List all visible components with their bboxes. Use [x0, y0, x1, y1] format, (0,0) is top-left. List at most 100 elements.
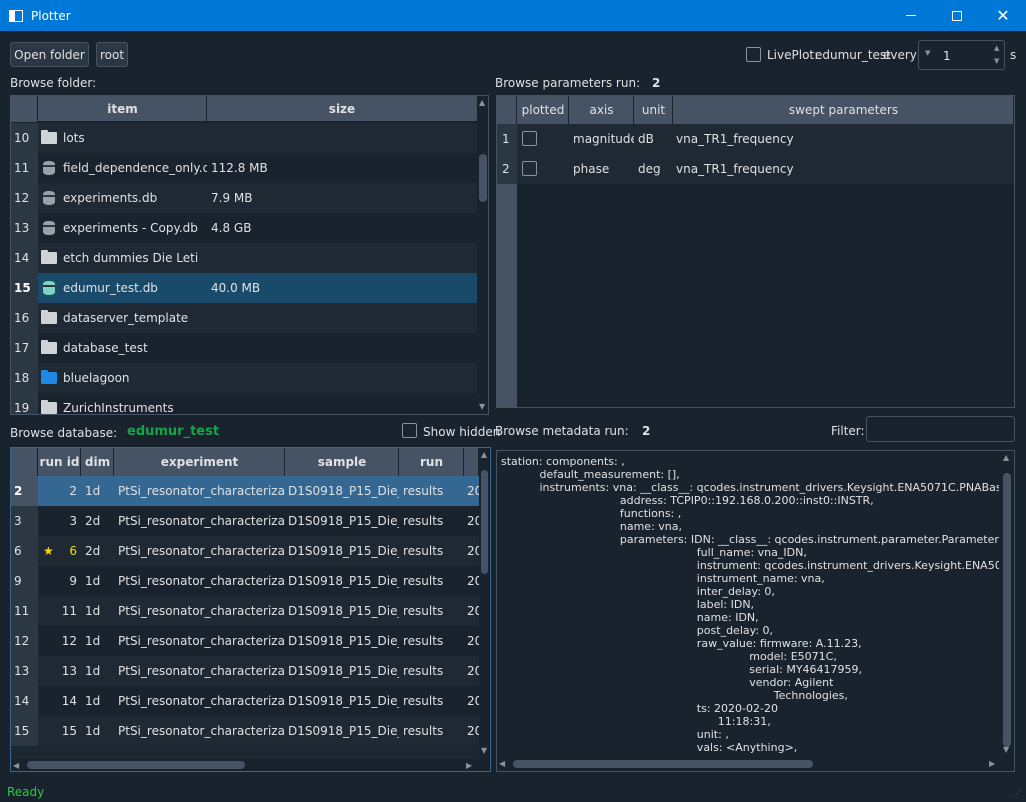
- scroll-down-icon[interactable]: ▼: [1003, 745, 1009, 754]
- metadata-horizontal-scrollbar[interactable]: ◀ ▶: [497, 757, 1001, 771]
- folder-row[interactable]: 11 field_dependence_only.db 112.8 MB: [11, 153, 477, 183]
- folder-row[interactable]: 18 bluelagoon: [11, 363, 477, 393]
- scroll-down-icon[interactable]: ▼: [479, 402, 485, 411]
- folder-table[interactable]: item size 10 lots 11 field_dependence_only.…: [10, 95, 489, 415]
- table-row[interactable]: 2 2 1d PtSi_resonator_characterizationD1S09…: [11, 476, 479, 506]
- folder-row[interactable]: 17 database_test: [11, 333, 477, 363]
- runs-vertical-scrollbar[interactable]: ▲ ▼: [479, 448, 490, 758]
- interval-spinbox[interactable]: ▼ 1 ▲ ▼: [918, 40, 1005, 70]
- folder-row[interactable]: 14 etch dummies Die Leti: [11, 243, 477, 273]
- status-text: Ready: [7, 785, 45, 799]
- parameter-row[interactable]: 2 phase deg vna_TR1_frequency: [497, 154, 1014, 184]
- runs-col-sample[interactable]: sample: [286, 448, 399, 476]
- scroll-down-icon[interactable]: ▼: [481, 746, 487, 755]
- folder-row[interactable]: 12 experiments.db 7.9 MB: [11, 183, 477, 213]
- resize-grip-icon[interactable]: ⋰: [1012, 790, 1022, 800]
- runs-col-experiment[interactable]: experiment: [115, 448, 285, 476]
- folder-item-cell[interactable]: ZurichInstruments: [39, 393, 207, 414]
- experiment-cell: PtSi_resonator_characterization: [118, 484, 285, 498]
- folder-row[interactable]: 16 dataserver_template: [11, 303, 477, 333]
- run-id-value: 13: [61, 664, 77, 678]
- show-hidden-checkbox[interactable]: [402, 423, 417, 438]
- filter-input[interactable]: [866, 416, 1015, 442]
- scroll-left-icon[interactable]: ◀: [499, 759, 505, 768]
- runs-horizontal-scrollbar[interactable]: ◀ ▶: [11, 759, 479, 771]
- close-button[interactable]: ✕: [980, 0, 1026, 31]
- table-row[interactable]: 9 9 1d PtSi_resonator_characterizationD1S09…: [11, 566, 479, 596]
- spin-down-icon[interactable]: ▼: [994, 57, 999, 65]
- folder-item-cell[interactable]: database_test: [39, 333, 207, 363]
- runs-col-dim[interactable]: dim: [82, 448, 114, 476]
- run-id-cell: 12: [39, 626, 81, 656]
- extra-cell: 20: [467, 724, 479, 738]
- spin-left-arrow-icon[interactable]: ▼: [925, 49, 930, 57]
- open-folder-button[interactable]: Open folder: [10, 42, 89, 67]
- maximize-button[interactable]: [934, 0, 980, 31]
- folder-row[interactable]: 15 edumur_test.db 40.0 MB: [11, 273, 477, 303]
- table-row[interactable]: 3 3 2d PtSi_resonator_characterizationD1S09…: [11, 506, 479, 536]
- minimize-button[interactable]: [888, 0, 934, 31]
- folder-item-cell[interactable]: field_dependence_only.db: [39, 153, 207, 183]
- metadata-scroll-thumb[interactable]: [1003, 473, 1011, 747]
- folder-item-cell[interactable]: experiments.db: [39, 183, 207, 213]
- plotted-checkbox[interactable]: [522, 131, 537, 146]
- params-col-swept[interactable]: swept parameters: [674, 96, 1014, 124]
- folder-scroll-thumb[interactable]: [479, 154, 487, 202]
- folder-item-cell[interactable]: etch dummies Die Leti: [39, 243, 207, 273]
- table-row[interactable]: 13 13 1d PtSi_resonator_characterizationD1S…: [11, 656, 479, 686]
- extra-cell: 20: [467, 484, 479, 498]
- scroll-right-icon[interactable]: ▶: [466, 761, 472, 770]
- scroll-up-icon[interactable]: ▲: [1003, 453, 1009, 462]
- table-row[interactable]: 14 14 1d PtSi_resonator_characterizationD1S…: [11, 686, 479, 716]
- folder-col-size[interactable]: size: [208, 96, 476, 122]
- runs-col-extra[interactable]: [465, 448, 479, 476]
- scroll-right-icon[interactable]: ▶: [989, 759, 995, 768]
- scroll-up-icon[interactable]: ▲: [481, 450, 487, 459]
- runs-col-run-name[interactable]: run name: [400, 448, 464, 497]
- folder-item-cell[interactable]: edumur_test.db: [39, 273, 207, 303]
- dim-cell: 2d: [85, 544, 101, 558]
- table-row[interactable]: 15 15 1d PtSi_resonator_characterizationD1S…: [11, 716, 479, 746]
- runs-scroll-thumb[interactable]: [481, 470, 488, 574]
- folder-row[interactable]: 19 ZurichInstruments: [11, 393, 477, 414]
- parameter-row[interactable]: 1 magnitude dB vna_TR1_frequency: [497, 124, 1014, 154]
- table-row[interactable]: 6★62dPtSi_resonator_characterizationD1S0…: [11, 536, 479, 566]
- table-row[interactable]: 12 12 1d PtSi_resonator_characterizationD1S…: [11, 626, 479, 656]
- folder-item-cell[interactable]: experiments - Copy.db: [39, 213, 207, 243]
- table-row[interactable]: 11 11 1d PtSi_resonator_characterizationD1S…: [11, 596, 479, 626]
- run-id-value: 2: [69, 484, 77, 498]
- runs-table[interactable]: run id dim experiment sample run name 2 2…: [10, 447, 491, 772]
- runs-hscroll-thumb[interactable]: [27, 761, 245, 769]
- params-col-unit[interactable]: unit: [635, 96, 673, 124]
- params-col-plotted[interactable]: plotted: [518, 96, 569, 124]
- run-name-cell: results: [403, 544, 444, 558]
- runs-col-run-id[interactable]: run id: [39, 448, 81, 476]
- folder-item-cell[interactable]: dataserver_template: [39, 303, 207, 333]
- spin-up-icon[interactable]: ▲: [994, 44, 999, 52]
- plotted-cell[interactable]: [518, 124, 569, 154]
- metadata-text-view[interactable]: station: components: , default_measureme…: [496, 450, 1015, 772]
- parameters-table[interactable]: plotted axis unit swept parameters 1 magn…: [496, 95, 1015, 408]
- liveplot-checkbox[interactable]: [746, 47, 761, 62]
- params-col-axis[interactable]: axis: [570, 96, 634, 124]
- folder-item-cell[interactable]: lots: [39, 123, 207, 153]
- sample-cell: D1S0918_P15_Die_E3: [288, 574, 399, 588]
- scroll-up-icon[interactable]: ▲: [479, 98, 485, 107]
- row-number: 3: [11, 506, 38, 536]
- table-row[interactable]: [11, 746, 479, 759]
- row-number: 11: [11, 153, 38, 183]
- root-button[interactable]: root: [96, 42, 128, 67]
- run-name-cell: results: [403, 484, 444, 498]
- folder-item-cell[interactable]: bluelagoon: [39, 363, 207, 393]
- run-id-cell: 2: [39, 476, 81, 506]
- plotted-checkbox[interactable]: [522, 161, 537, 176]
- metadata-hscroll-thumb[interactable]: [513, 760, 813, 768]
- folder-vertical-scrollbar[interactable]: ▲ ▼: [477, 96, 488, 414]
- folder-row[interactable]: 10 lots: [11, 123, 477, 153]
- plotted-cell[interactable]: [518, 154, 569, 184]
- scroll-left-icon[interactable]: ◀: [13, 761, 19, 770]
- row-number: 2: [11, 476, 38, 506]
- folder-col-item[interactable]: item: [39, 96, 207, 122]
- metadata-vertical-scrollbar[interactable]: ▲ ▼: [1001, 451, 1013, 757]
- folder-row[interactable]: 13 experiments - Copy.db 4.8 GB: [11, 213, 477, 243]
